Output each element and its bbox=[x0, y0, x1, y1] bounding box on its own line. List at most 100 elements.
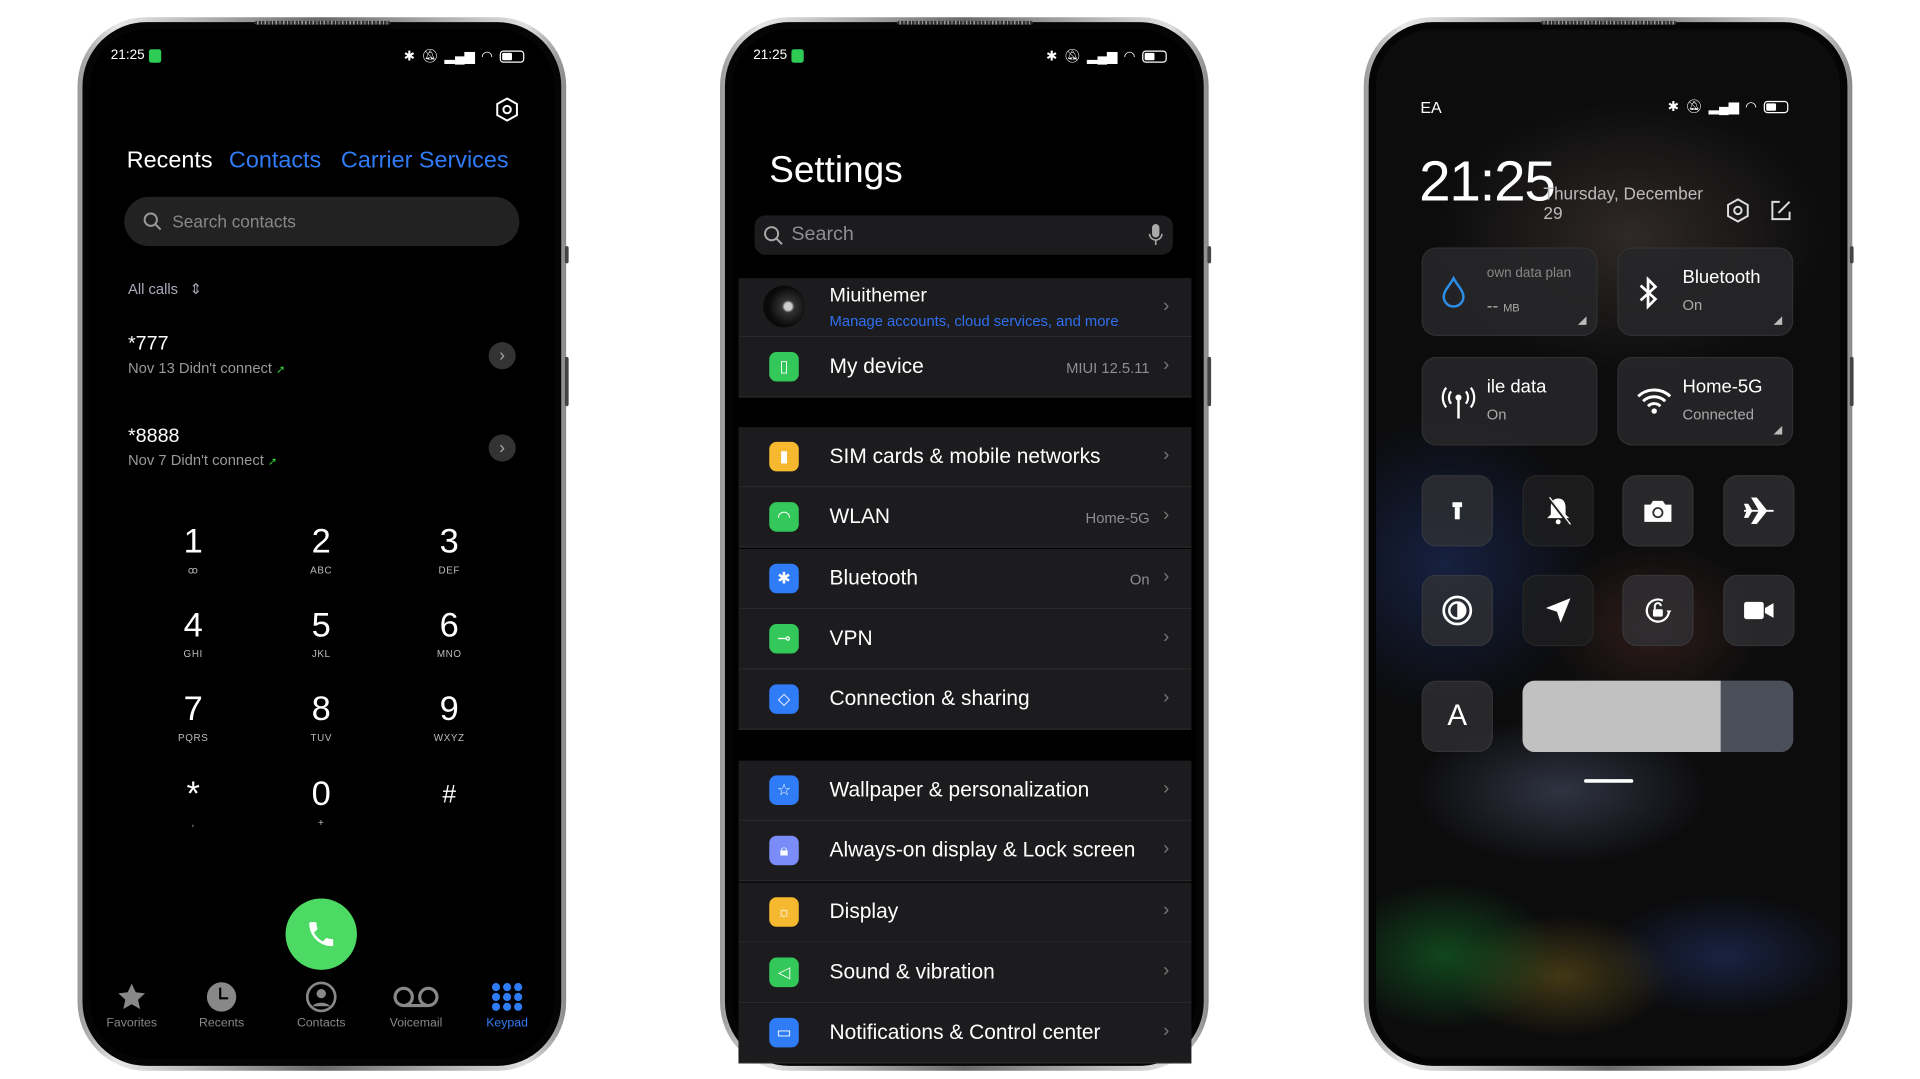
call-details-button[interactable]: › bbox=[488, 434, 516, 462]
toggle-rotation-lock[interactable] bbox=[1622, 574, 1694, 647]
tile-title: Bluetooth bbox=[1682, 267, 1761, 289]
settings-gear-icon[interactable] bbox=[1726, 198, 1751, 229]
toggle-camera[interactable] bbox=[1622, 475, 1694, 547]
bluetooth-icon: ✱ bbox=[403, 49, 416, 65]
wifi-icon: ◠ bbox=[481, 49, 493, 65]
key-letters: TUV bbox=[310, 732, 333, 744]
nav-voicemail[interactable]: Voicemail bbox=[373, 980, 459, 1030]
chevron-right-icon: › bbox=[1163, 687, 1170, 708]
tab-recents[interactable]: Recents bbox=[127, 148, 213, 175]
key-hash[interactable]: # bbox=[400, 774, 498, 848]
tile-antenna[interactable]: ile data On bbox=[1421, 356, 1598, 446]
toggle-bell-off[interactable] bbox=[1522, 475, 1594, 547]
toggle-location[interactable] bbox=[1522, 574, 1594, 647]
tile-bluetooth[interactable]: Bluetooth On bbox=[1617, 247, 1794, 337]
expand-corner-icon[interactable] bbox=[1773, 425, 1783, 435]
settings-row-sim-cards-mobile-networks[interactable]: ▮ SIM cards & mobile networks › bbox=[738, 427, 1192, 488]
auto-brightness-button[interactable]: A bbox=[1421, 680, 1493, 753]
chevron-right-icon: › bbox=[1163, 899, 1170, 921]
tile-wifi[interactable]: Home-5G Connected bbox=[1617, 356, 1794, 446]
settings-search-input[interactable]: Search bbox=[754, 215, 1173, 255]
settings-row-connection-sharing[interactable]: ◇ Connection & sharing › bbox=[738, 669, 1192, 731]
key-0[interactable]: 0 + bbox=[272, 774, 370, 848]
video-icon bbox=[1744, 601, 1774, 621]
page-title: Settings bbox=[769, 150, 903, 191]
settings-row-sound-vibration[interactable]: ◁ Sound & vibration › bbox=[738, 942, 1192, 1003]
wifi-icon: ◠ bbox=[1745, 99, 1757, 115]
tab-contacts[interactable]: Contacts bbox=[229, 148, 321, 175]
key-digit: 8 bbox=[311, 689, 331, 728]
nav-recents[interactable]: Recents bbox=[178, 980, 264, 1030]
status-time: 21:25 bbox=[111, 48, 161, 63]
chevron-right-icon: › bbox=[1163, 1020, 1170, 1042]
sim-icon: ▮ bbox=[769, 441, 799, 472]
nav-favorites[interactable]: Favorites bbox=[89, 980, 175, 1030]
chevron-right-icon: › bbox=[1163, 777, 1170, 799]
key-3[interactable]: 3 DEF bbox=[400, 522, 498, 596]
settings-row-my-device[interactable]: ▯ My device MIUI 12.5.11 › bbox=[738, 337, 1192, 398]
list-item[interactable]: *8888 Nov 7 Didn't connect ➚ › bbox=[128, 426, 522, 475]
expand-corner-icon[interactable] bbox=[1577, 316, 1587, 325]
settings-row-display[interactable]: ☼ Display › bbox=[738, 881, 1192, 943]
key-digit: # bbox=[442, 781, 457, 809]
brightness-slider[interactable] bbox=[1522, 680, 1794, 753]
chevron-right-icon: › bbox=[1163, 444, 1170, 466]
key-8[interactable]: 8 TUV bbox=[272, 689, 370, 763]
key-1[interactable]: 1 ꝏ bbox=[144, 522, 242, 596]
tile-water-drop[interactable]: own data plan -- MB bbox=[1421, 247, 1598, 337]
wifi-icon: ◠ bbox=[1123, 49, 1136, 65]
tile-title: ile data bbox=[1486, 376, 1547, 398]
nav-keypad[interactable]: Keypad bbox=[464, 980, 550, 1030]
chevron-right-icon: › bbox=[1163, 295, 1170, 317]
star-icon bbox=[89, 980, 175, 1014]
search-placeholder: Search bbox=[791, 224, 854, 245]
phone-icon bbox=[309, 922, 334, 947]
key-digit: 9 bbox=[439, 689, 459, 728]
drag-handle[interactable] bbox=[1584, 779, 1634, 783]
toggle-video[interactable] bbox=[1723, 574, 1795, 647]
key-5[interactable]: 5 JKL bbox=[272, 606, 370, 680]
mute-icon: 🔕︎ bbox=[1063, 49, 1081, 65]
call-details-button[interactable]: › bbox=[488, 342, 516, 370]
call-filter-dropdown[interactable]: All calls ⇕ bbox=[128, 281, 202, 298]
call-button[interactable] bbox=[285, 898, 357, 970]
nav-contacts[interactable]: Contacts bbox=[278, 980, 364, 1030]
key-letters: ꝏ bbox=[187, 564, 199, 577]
row-value: On bbox=[1129, 570, 1150, 588]
lock-icon: 🔒︎ bbox=[769, 836, 799, 866]
date: Thursday, December 29 bbox=[1543, 183, 1704, 223]
toggle-airplane[interactable] bbox=[1723, 475, 1795, 547]
toggle-reading-mode[interactable] bbox=[1421, 574, 1493, 647]
tab-carrier-services[interactable]: Carrier Services bbox=[341, 148, 509, 175]
list-item[interactable]: *777 Nov 13 Didn't connect ➚ › bbox=[128, 334, 522, 383]
key-4[interactable]: 4 GHI bbox=[144, 606, 242, 680]
search-contacts-input[interactable]: Search contacts bbox=[124, 196, 520, 247]
carrier-name: EA bbox=[1420, 98, 1442, 117]
key-9[interactable]: 9 WXYZ bbox=[400, 689, 498, 763]
expand-corner-icon[interactable] bbox=[1773, 316, 1783, 325]
settings-row-account[interactable]: Miuithemer Manage accounts, cloud servic… bbox=[738, 278, 1192, 338]
row-label: SIM cards & mobile networks bbox=[829, 444, 1101, 468]
key-digit: 3 bbox=[439, 521, 459, 561]
settings-row-vpn[interactable]: ⊸ VPN › bbox=[738, 609, 1192, 670]
key-6[interactable]: 6 MNO bbox=[400, 606, 498, 680]
key-digit: 4 bbox=[183, 605, 203, 644]
settings-row-bluetooth[interactable]: ✱ Bluetooth On › bbox=[738, 548, 1192, 609]
settings-gear-icon[interactable] bbox=[495, 97, 520, 122]
key-letters: + bbox=[318, 817, 325, 829]
settings-row-wlan[interactable]: ◠ WLAN Home-5G › bbox=[738, 487, 1192, 549]
status-icons: ✱ 🔕︎ ▂▄▆ ◠ bbox=[1668, 98, 1788, 114]
key-2[interactable]: 2 ABC bbox=[272, 522, 370, 596]
mute-icon: 🔕︎ bbox=[421, 49, 439, 65]
row-label: WLAN bbox=[829, 504, 891, 529]
settings-row-always-on-display-lock-screen[interactable]: 🔒︎ Always-on display & Lock screen › bbox=[738, 821, 1192, 882]
settings-row-notifications-control-center[interactable]: ▭ Notifications & Control center › bbox=[738, 1003, 1192, 1064]
toggle-flashlight[interactable] bbox=[1421, 475, 1493, 547]
edit-icon[interactable] bbox=[1770, 199, 1792, 227]
row-label: Notifications & Control center bbox=[829, 1020, 1101, 1044]
reading-mode-icon bbox=[1441, 594, 1473, 626]
key-star[interactable]: * , bbox=[144, 774, 242, 848]
settings-row-wallpaper-personalization[interactable]: ☆ Wallpaper & personalization › bbox=[738, 760, 1192, 821]
microphone-icon[interactable] bbox=[1148, 224, 1163, 246]
key-7[interactable]: 7 PQRS bbox=[144, 689, 242, 763]
